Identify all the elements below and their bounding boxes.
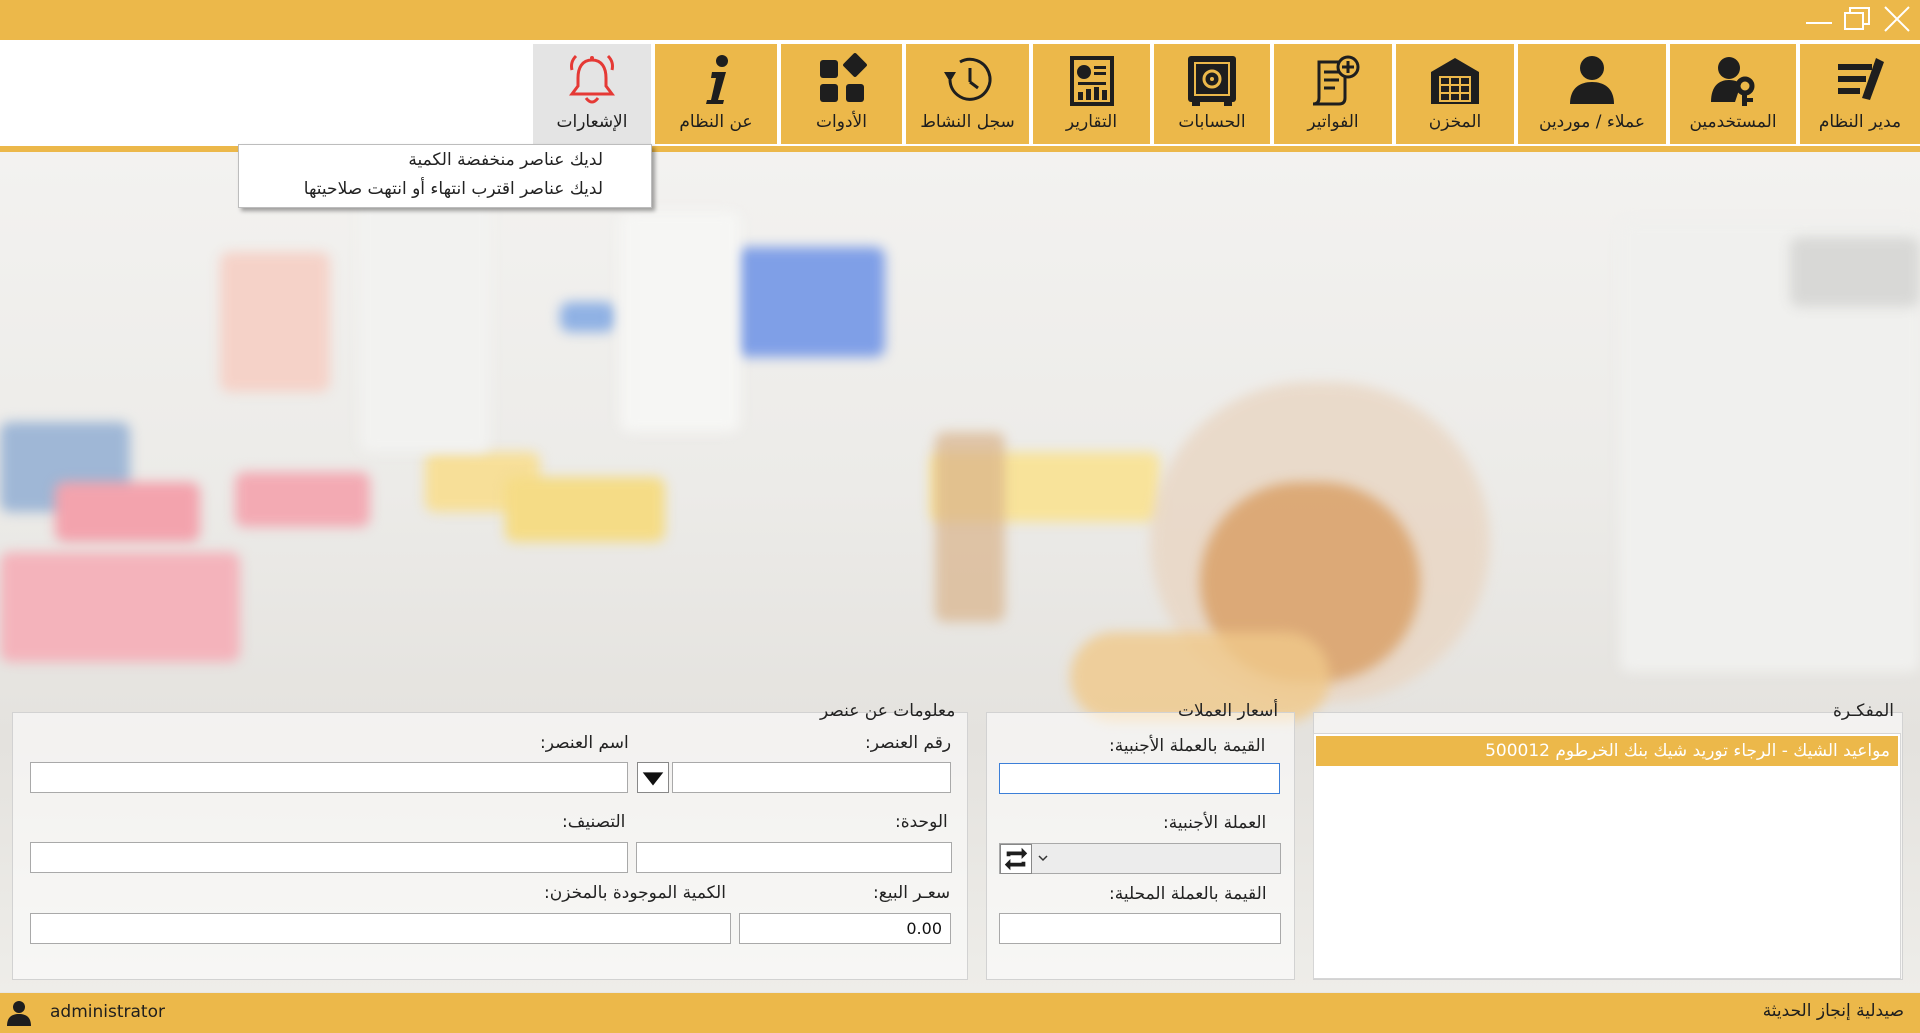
info-icon	[688, 52, 744, 108]
minimize-icon[interactable]	[1802, 4, 1836, 34]
item-name-label: اسم العنصر:	[540, 733, 629, 753]
ribbon-activity-log-button[interactable]: سجل النشاط	[906, 44, 1029, 144]
notifications-dropdown: لديك عناصر منخفضة الكمية لديك عناصر اقتر…	[238, 144, 652, 208]
ribbon-system-manager-button[interactable]: مدير النظام	[1800, 44, 1920, 144]
bell-icon	[564, 52, 620, 108]
report-icon	[1064, 52, 1120, 108]
category-input[interactable]	[30, 842, 628, 873]
item-info-title: معلومات عن عنصر	[820, 701, 956, 721]
swap-icon[interactable]	[1000, 844, 1032, 874]
ribbon-invoices-button[interactable]: الفواتير	[1274, 44, 1392, 144]
ribbon-notifications-button[interactable]: الإشعارات	[533, 44, 651, 144]
status-pharmacy-name: صيدلية إنجاز الحديثة	[1762, 1001, 1904, 1021]
person-icon	[1564, 52, 1620, 108]
item-number-label: رقم العنصر:	[865, 733, 952, 753]
foreign-value-input[interactable]	[999, 763, 1280, 794]
triangle-down-icon[interactable]	[637, 762, 669, 793]
unit-label: الوحدة:	[895, 812, 948, 832]
foreign-value-label: القيمة بالعملة الأجنبية:	[1109, 736, 1266, 756]
status-bar: administrator صيدلية إنجاز الحديثة	[0, 993, 1920, 1033]
ribbon-customers-suppliers-button[interactable]: عملاء / موردين	[1518, 44, 1666, 144]
notification-low-stock[interactable]: لديك عناصر منخفضة الكمية	[408, 150, 603, 170]
stock-qty-input[interactable]	[30, 913, 731, 944]
category-label: التصنيف:	[562, 812, 626, 832]
ribbon-tools-button[interactable]: الأدوات	[781, 44, 902, 144]
system-manager-icon	[1832, 52, 1888, 108]
safe-icon	[1184, 52, 1240, 108]
notification-expiry[interactable]: لديك عناصر اقترب انتهاء أو انتهت صلاحيته…	[304, 179, 603, 199]
ribbon-warehouse-button[interactable]: المخزن	[1396, 44, 1514, 144]
sale-price-label: سعـر البيع:	[873, 883, 951, 903]
memo-list[interactable]: مواعيد الشيك - الرجاء توريد شيك بنك الخر…	[1313, 733, 1901, 979]
history-clock-icon	[940, 52, 996, 108]
sale-price-input[interactable]: 0.00	[739, 913, 951, 944]
ribbon-users-button[interactable]: المستخدمين	[1670, 44, 1796, 144]
local-value-label: القيمة بالعملة المحلية:	[1109, 884, 1267, 904]
invoice-icon	[1305, 52, 1361, 108]
users-key-icon	[1705, 52, 1761, 108]
ribbon-reports-button[interactable]: التقارير	[1033, 44, 1150, 144]
restore-icon[interactable]	[1840, 4, 1874, 34]
chevron-down-icon[interactable]	[1036, 850, 1050, 864]
local-value-input[interactable]	[999, 913, 1281, 944]
ribbon-accounts-button[interactable]: الحسابات	[1154, 44, 1270, 144]
foreign-currency-label: العملة الأجنبية:	[1163, 813, 1267, 833]
close-icon[interactable]	[1880, 4, 1914, 34]
ribbon-about-button[interactable]: عن النظام	[655, 44, 777, 144]
stock-qty-label: الكمية الموجودة بالمخزن:	[544, 883, 726, 903]
memo-title: المفكـرة	[1833, 701, 1894, 721]
currency-title: أسعار العملات	[1178, 701, 1279, 721]
title-bar	[0, 0, 1920, 40]
item-name-input[interactable]	[30, 762, 628, 793]
tools-icon	[814, 52, 870, 108]
memo-item[interactable]: مواعيد الشيك - الرجاء توريد شيك بنك الخر…	[1316, 736, 1898, 766]
status-username: administrator	[50, 1002, 165, 1022]
warehouse-icon	[1427, 52, 1483, 108]
user-icon	[6, 999, 32, 1027]
item-number-input[interactable]	[672, 762, 951, 793]
unit-input[interactable]	[636, 842, 952, 873]
